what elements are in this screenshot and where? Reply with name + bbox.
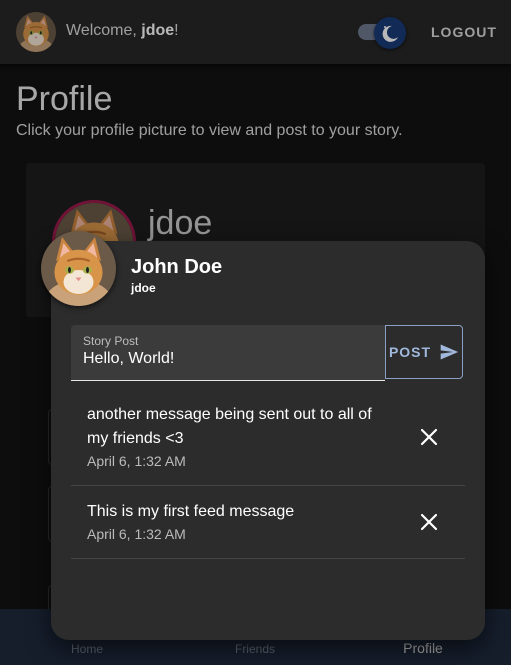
feed-item: another message being sent out to all of…	[71, 392, 465, 486]
feed-message: This is my first feed message	[87, 503, 295, 520]
close-icon	[420, 513, 438, 531]
post-button[interactable]: POST	[385, 325, 463, 379]
close-icon	[420, 428, 438, 446]
delete-feed-button[interactable]	[417, 425, 441, 449]
post-button-label: POST	[388, 344, 432, 360]
dialog-avatar	[41, 231, 116, 306]
feed-message: another message being sent out to all of…	[87, 406, 372, 447]
feed-item: This is my first feed message April 6, 1…	[71, 485, 465, 559]
dialog-full-name: John Doe	[131, 256, 223, 278]
feed-timestamp: April 6, 1:32 AM	[87, 453, 186, 469]
send-icon	[440, 344, 459, 360]
story-post-input[interactable]	[83, 350, 373, 368]
delete-feed-button[interactable]	[417, 510, 441, 534]
story-post-label: Story Post	[83, 334, 139, 348]
feed-timestamp: April 6, 1:32 AM	[87, 526, 186, 542]
dialog-username: jdoe	[131, 281, 156, 295]
story-post-field[interactable]: Story Post	[71, 325, 385, 381]
